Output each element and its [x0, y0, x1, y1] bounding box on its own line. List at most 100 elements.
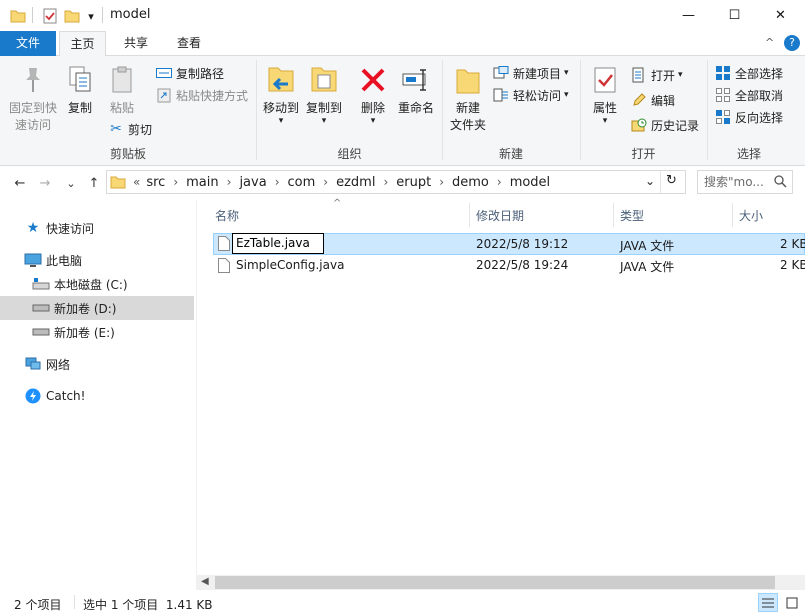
paste-label: 粘贴: [109, 101, 134, 115]
minimize-button[interactable]: —: [666, 0, 711, 31]
nav-item-new-volume-e[interactable]: 新加卷 (E:): [0, 320, 194, 344]
edit-button[interactable]: 编辑: [630, 89, 675, 111]
address-divider: [660, 171, 661, 193]
easy-access-button[interactable]: 轻松访问 ▾: [492, 84, 569, 106]
breadcrumb-main[interactable]: main: [184, 175, 220, 190]
cut-button[interactable]: ✂ 剪切: [107, 118, 152, 140]
address-bar[interactable]: « src › main › java › com › ezdml › erupt › de…: [106, 170, 686, 194]
search-icon[interactable]: [774, 175, 787, 191]
help-icon[interactable]: ?: [784, 35, 800, 51]
ribbon-home: 固定到快 速访问 复制 粘贴 复制路径 粘贴快捷方式 ✂ 剪切 剪贴板 移动到 …: [0, 56, 805, 166]
column-header-modified[interactable]: 修改日期: [476, 202, 524, 228]
breadcrumb-chevron-icon[interactable]: ›: [491, 175, 508, 189]
nav-item-new-volume-d[interactable]: 新加卷 (D:): [0, 296, 194, 320]
new-item-icon: [492, 64, 510, 82]
new-item-button[interactable]: 新建项目 ▾: [492, 62, 569, 84]
history-button[interactable]: 历史记录: [630, 114, 699, 136]
pin-icon: [16, 60, 50, 100]
copy-to-button[interactable]: 复制到 ▾: [303, 60, 345, 126]
properties-button[interactable]: 属性 ▾: [588, 60, 622, 126]
tab-share[interactable]: 共享: [112, 31, 160, 56]
nav-item-this-pc[interactable]: 此电脑: [0, 248, 194, 272]
large-icons-view-icon[interactable]: [782, 593, 802, 612]
drive-icon: [32, 324, 50, 340]
breadcrumb-ezdml[interactable]: ezdml: [334, 175, 377, 190]
scrollbar-thumb[interactable]: [215, 576, 775, 589]
breadcrumb-chevron-icon[interactable]: ›: [317, 175, 334, 189]
select-all-button[interactable]: 全部选择: [714, 62, 783, 84]
breadcrumb-model[interactable]: model: [508, 175, 552, 190]
scroll-left-arrow-icon[interactable]: ◀: [201, 576, 209, 587]
breadcrumb-chevron-icon[interactable]: ›: [377, 175, 394, 189]
nav-label: 新加卷 (D:): [54, 301, 117, 316]
nav-label: 本地磁盘 (C:): [54, 277, 128, 292]
details-view-icon[interactable]: [758, 593, 778, 612]
paste-shortcut-label: 粘贴快捷方式: [176, 88, 249, 103]
move-to-button[interactable]: 移动到 ▾: [260, 60, 302, 126]
move-to-folder-icon: [264, 60, 298, 100]
select-group-label: 选择: [736, 147, 761, 161]
open-button[interactable]: 打开 ▾: [630, 64, 683, 86]
select-all-icon: [714, 64, 732, 82]
delete-button[interactable]: 删除 ▾: [355, 60, 391, 126]
copy-button[interactable]: 复制: [62, 60, 98, 117]
column-separator[interactable]: [732, 203, 733, 227]
up-button[interactable]: ↑: [84, 174, 104, 192]
select-none-button[interactable]: 全部取消: [714, 84, 783, 106]
column-header-size[interactable]: 大小: [739, 202, 763, 228]
maximize-button[interactable]: ☐: [712, 0, 757, 31]
file-size: 2 KB: [780, 258, 805, 272]
breadcrumb-src[interactable]: src: [144, 175, 167, 190]
catch-app-icon: [24, 388, 42, 404]
breadcrumb-demo[interactable]: demo: [450, 175, 491, 190]
column-separator[interactable]: [469, 203, 470, 227]
breadcrumb-overflow[interactable]: «: [129, 175, 144, 189]
nav-label: 网络: [46, 357, 71, 372]
rename-icon: [399, 60, 433, 100]
forward-button[interactable]: →: [35, 174, 55, 192]
recent-locations-dropdown[interactable]: ⌄: [64, 174, 78, 192]
nav-item-catch[interactable]: Catch!: [0, 384, 194, 408]
breadcrumb-chevron-icon[interactable]: ›: [433, 175, 450, 189]
pin-label-line1: 固定到快: [8, 101, 57, 115]
new-folder-button[interactable]: 新建 文件夹: [448, 60, 488, 134]
collapse-ribbon-chevron-icon[interactable]: ^: [765, 36, 774, 49]
pane-divider[interactable]: [196, 200, 197, 592]
breadcrumb-chevron-icon[interactable]: ›: [221, 175, 238, 189]
file-row[interactable]: EzTable.java 2022/5/8 19:12 JAVA 文件 2 KB: [213, 233, 805, 255]
status-bar: 2 个项目 选中 1 个项目 1.41 KB: [0, 590, 805, 615]
nav-item-quick-access[interactable]: ★ 快速访问: [0, 216, 194, 240]
paste-shortcut-button[interactable]: 粘贴快捷方式: [155, 84, 248, 106]
pin-to-quick-access-button[interactable]: 固定到快 速访问: [6, 60, 60, 134]
address-dropdown-icon[interactable]: ⌄: [645, 174, 655, 188]
open-icon: [630, 66, 648, 84]
nav-item-network[interactable]: 网络: [0, 352, 194, 376]
tab-view[interactable]: 查看: [165, 31, 213, 56]
rename-input[interactable]: EzTable.java: [232, 233, 324, 254]
paste-button[interactable]: 粘贴: [102, 60, 142, 117]
breadcrumb-chevron-icon[interactable]: ›: [269, 175, 286, 189]
breadcrumb-java[interactable]: java: [237, 175, 268, 190]
new-folder-icon[interactable]: [62, 6, 82, 26]
tab-file[interactable]: 文件: [0, 31, 56, 56]
column-header-type[interactable]: 类型: [620, 202, 644, 228]
invert-selection-button[interactable]: 反向选择: [714, 106, 783, 128]
network-icon: [24, 356, 42, 372]
close-button[interactable]: ✕: [758, 0, 803, 31]
breadcrumb-chevron-icon[interactable]: ›: [167, 175, 184, 189]
back-button[interactable]: ←: [10, 174, 30, 192]
folder-icon[interactable]: [8, 6, 28, 26]
refresh-icon[interactable]: ↻: [666, 173, 677, 188]
column-header-name[interactable]: 名称: [215, 202, 239, 228]
breadcrumb-erupt[interactable]: erupt: [394, 175, 433, 190]
rename-button[interactable]: 重命名: [395, 60, 437, 117]
column-separator[interactable]: [613, 203, 614, 227]
customize-quick-access-dropdown[interactable]: ▾: [84, 6, 98, 26]
file-row[interactable]: SimpleConfig.java 2022/5/8 19:24 JAVA 文件…: [213, 255, 805, 277]
copy-path-button[interactable]: 复制路径: [155, 62, 224, 84]
tab-home[interactable]: 主页: [59, 31, 106, 57]
nav-item-local-disk-c[interactable]: 本地磁盘 (C:): [0, 272, 194, 296]
breadcrumb-com[interactable]: com: [286, 175, 318, 190]
properties-checkmark-icon[interactable]: [40, 6, 60, 26]
nav-label: 此电脑: [46, 253, 83, 268]
